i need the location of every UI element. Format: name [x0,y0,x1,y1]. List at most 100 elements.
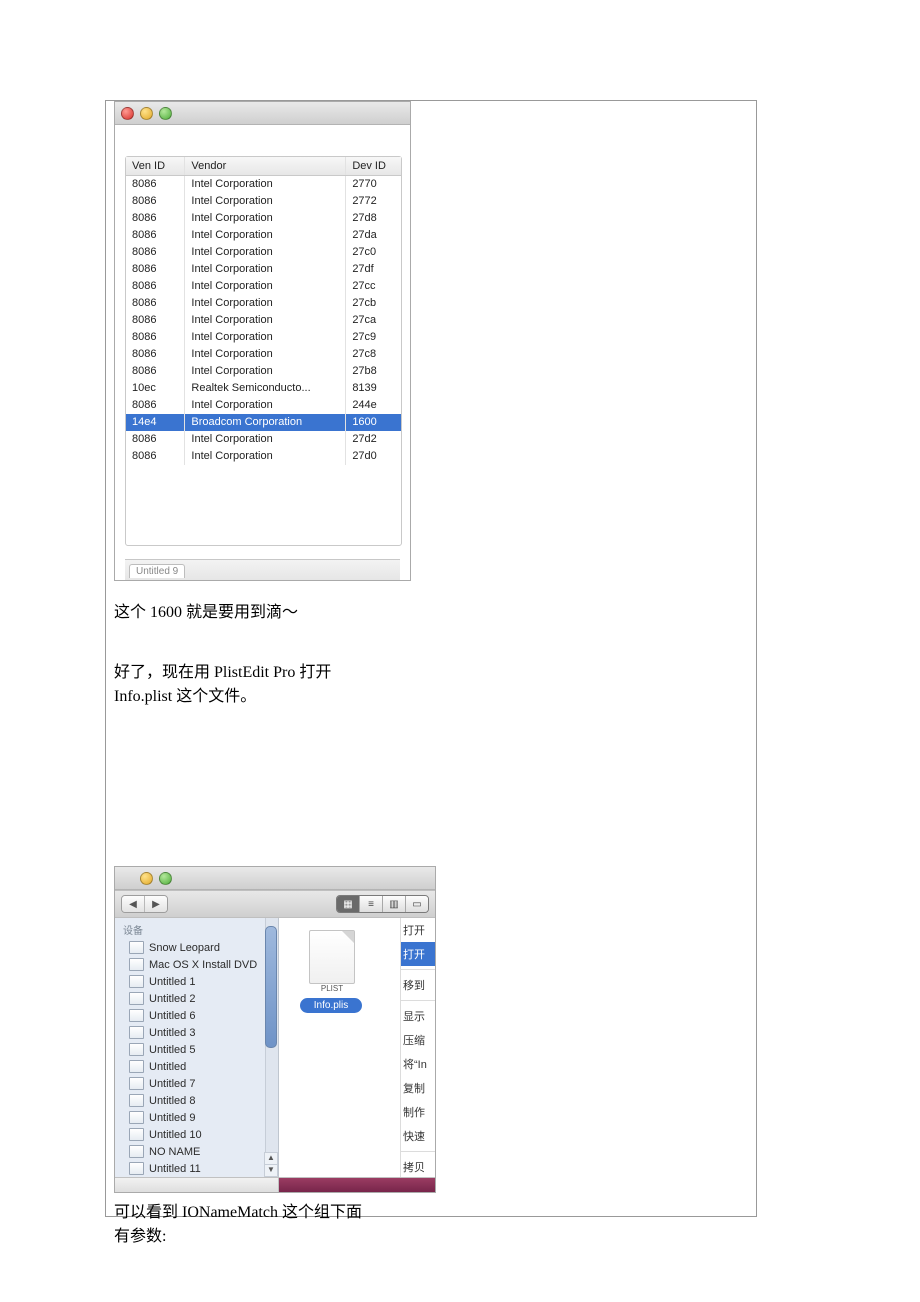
ctx-make-alias[interactable]: 制作 [401,1100,435,1124]
cell-dev: 27c9 [346,329,401,346]
ctx-open[interactable]: 打开 [401,918,435,942]
ctx-move-to-trash[interactable]: 移到 [401,973,435,997]
sidebar-scrollbar[interactable]: ▲ ▼ [265,918,278,1177]
table-row[interactable]: 8086Intel Corporation27d2 [126,431,401,448]
scroll-down-icon[interactable]: ▼ [264,1164,278,1177]
sidebar-item[interactable]: Untitled 1 [115,973,278,990]
tab-untitled9[interactable]: Untitled 9 [129,564,185,578]
drive-icon [129,1077,144,1090]
sidebar-item[interactable]: Untitled 9 [115,1109,278,1126]
cell-ven: 8086 [126,227,185,244]
cell-vendor: Intel Corporation [185,176,346,194]
file-pane[interactable]: PLIST Info.plis [279,918,400,1177]
drive-icon [129,1145,144,1158]
sidebar-item[interactable]: Untitled 8 [115,1092,278,1109]
ctx-compress[interactable]: 压缩 [401,1028,435,1052]
sidebar-item[interactable]: Untitled 3 [115,1024,278,1041]
table-row[interactable]: 8086Intel Corporation27d0 [126,448,401,465]
drive-icon [129,1026,144,1039]
plist-type-label: PLIST [309,984,355,993]
ctx-copy[interactable]: 拷贝 [401,1155,435,1177]
table-row[interactable]: 8086Intel Corporation27cb [126,295,401,312]
cell-dev: 27b8 [346,363,401,380]
back-button[interactable]: ◀ [122,896,144,912]
close-icon[interactable] [121,107,134,120]
sidebar-item-label: Snow Leopard [149,942,220,954]
view-coverflow-icon[interactable]: ▭ [405,896,428,912]
cell-dev: 2772 [346,193,401,210]
ctx-duplicate[interactable]: 复制 [401,1076,435,1100]
table-row[interactable]: 8086Intel Corporation27da [126,227,401,244]
plist-filename-selected[interactable]: Info.plis [300,998,362,1013]
cell-ven: 8086 [126,312,185,329]
paragraph-3a: 可以看到 IONameMatch 这个组下面 [114,1201,362,1225]
sidebar-item-label: Untitled 6 [149,1010,195,1022]
sidebar-item-label: Untitled 7 [149,1078,195,1090]
sidebar-item[interactable]: Snow Leopard [115,939,278,956]
minimize-icon-2[interactable] [140,872,153,885]
minimize-icon[interactable] [140,107,153,120]
view-list-icon[interactable]: ≡ [359,896,382,912]
finder-window: ◀ ▶ ▦ ≡ ▥ ▭ 设备 Snow Leopard Mac OS X Inst… [114,866,436,1193]
ctx-open-with[interactable]: 打开 [401,942,435,966]
col-devid[interactable]: Dev ID [346,157,401,176]
plist-file-icon[interactable] [309,930,355,984]
sidebar-item[interactable]: Untitled 5 [115,1041,278,1058]
table-row[interactable]: 8086Intel Corporation27c9 [126,329,401,346]
cell-vendor: Intel Corporation [185,448,346,465]
sidebar-item[interactable]: Untitled 2 [115,990,278,1007]
table-row[interactable]: 8086Intel Corporation27c8 [126,346,401,363]
cell-dev: 27df [346,261,401,278]
sidebar-item[interactable]: Untitled 11 [115,1160,278,1177]
cell-dev: 27d2 [346,431,401,448]
cell-ven: 14e4 [126,414,185,431]
table-row[interactable]: 8086Intel Corporation27ca [126,312,401,329]
ctx-show-info[interactable]: 显示 [401,1004,435,1028]
sidebar-item-label: NO NAME [149,1146,200,1158]
col-venid[interactable]: Ven ID [126,157,185,176]
cell-vendor: Intel Corporation [185,278,346,295]
sidebar-item-label: Untitled 9 [149,1112,195,1124]
ctx-quick-look[interactable]: 快速 [401,1124,435,1148]
sidebar-item[interactable]: Untitled 7 [115,1075,278,1092]
table-row[interactable]: 10ecRealtek Semiconducto...8139 [126,380,401,397]
cell-dev: 27cc [346,278,401,295]
view-columns-icon[interactable]: ▥ [382,896,405,912]
table-row[interactable]: 8086Intel Corporation27df [126,261,401,278]
col-vendor[interactable]: Vendor [185,157,346,176]
cell-dev: 244e [346,397,401,414]
sidebar-item[interactable]: Untitled [115,1058,278,1075]
zoom-icon[interactable] [159,107,172,120]
drive-icon [129,992,144,1005]
sidebar-item[interactable]: Untitled 10 [115,1126,278,1143]
paragraph-2a: 好了，现在用 PlistEdit Pro 打开 [114,661,331,685]
sidebar-item[interactable]: NO NAME [115,1143,278,1160]
view-icon-grid-icon[interactable]: ▦ [337,896,359,912]
cell-vendor: Intel Corporation [185,397,346,414]
cell-ven: 8086 [126,193,185,210]
table-row[interactable]: 8086Intel Corporation27c0 [126,244,401,261]
sidebar-item[interactable]: Mac OS X Install DVD [115,956,278,973]
table-row[interactable]: 8086Intel Corporation244e [126,397,401,414]
zoom-icon-2[interactable] [159,872,172,885]
cell-vendor: Intel Corporation [185,431,346,448]
scrollbar-thumb[interactable] [265,926,277,1048]
drive-icon [129,975,144,988]
sidebar-item[interactable]: Untitled 6 [115,1007,278,1024]
context-menu: 打开 打开 移到 显示 压缩 将“In 复制 制作 快速 拷贝 [400,918,435,1177]
sidebar-header-devices: 设备 [115,918,278,939]
table-row[interactable]: 8086Intel Corporation27b8 [126,363,401,380]
table-row[interactable]: 8086Intel Corporation2772 [126,193,401,210]
forward-button[interactable]: ▶ [144,896,167,912]
ctx-rename[interactable]: 将“In [401,1052,435,1076]
drive-icon [129,1060,144,1073]
table-row[interactable]: 8086Intel Corporation2770 [126,176,401,194]
sidebar-item-label: Untitled 11 [149,1163,201,1175]
cell-dev: 27c8 [346,346,401,363]
table-row[interactable]: 8086Intel Corporation27cc [126,278,401,295]
cell-ven: 8086 [126,448,185,465]
table-row[interactable]: 14e4Broadcom Corporation1600 [126,414,401,431]
table-row[interactable]: 8086Intel Corporation27d8 [126,210,401,227]
sidebar-item-label: Untitled [149,1061,186,1073]
cell-dev: 27cb [346,295,401,312]
